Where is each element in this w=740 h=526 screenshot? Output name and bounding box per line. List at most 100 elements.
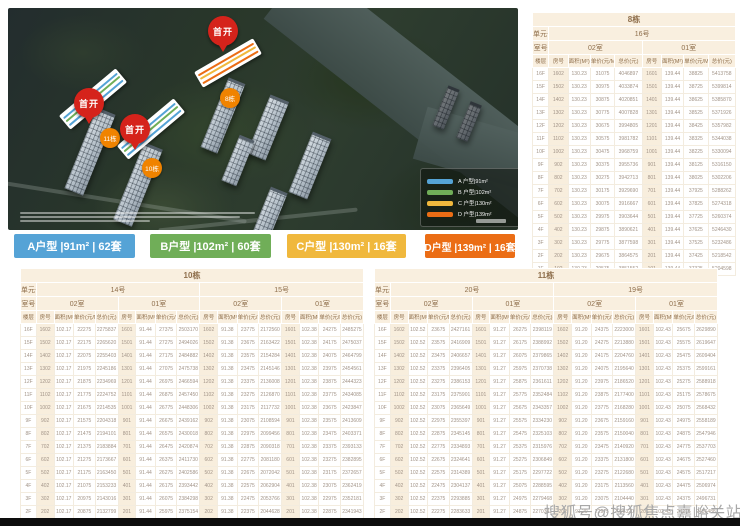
column-header: 楼层 (375, 311, 391, 324)
table-cell: 10F (21, 402, 37, 415)
table-cell: 23175 (428, 389, 450, 402)
column-header: 房号 (390, 311, 408, 324)
legend-color-bar (427, 201, 453, 206)
table-cell: 2324641 (449, 454, 472, 467)
table-title-row: 11栋 (375, 269, 718, 283)
table-cell: 37625 (684, 224, 708, 237)
table-cell: 27275 (155, 337, 177, 350)
table-cell: 2090318 (259, 441, 282, 454)
column-header: 楼层 (21, 311, 37, 324)
table-cell: 25075 (673, 402, 695, 415)
table-cell: 901 (118, 415, 136, 428)
table-cell: 201 (118, 506, 136, 519)
table-row: 7F702102.5222775233489370191.27253752315… (375, 441, 718, 454)
column-header: 面积(M²) (408, 311, 428, 324)
table-cell: 102.17 (54, 415, 74, 428)
unit-type-banner-a: A户型 |91m² | 62套 (14, 234, 135, 258)
table-cell: 25675 (509, 402, 531, 415)
table-cell: 2402586 (177, 467, 200, 480)
table-cell: 2143016 (95, 493, 118, 506)
room-number: 01室 (636, 297, 718, 311)
table-cell: 102.43 (653, 363, 673, 376)
table-cell: 102.43 (653, 402, 673, 415)
table-cell: 25675 (673, 324, 695, 337)
table-cell: 139.44 (661, 211, 683, 224)
table-cell: 2588918 (694, 376, 717, 389)
table-cell: 23175 (237, 402, 259, 415)
table-cell: 91.20 (572, 480, 592, 493)
table-cell: 31075 (590, 68, 614, 81)
table-cell: 26375 (155, 454, 177, 467)
table-cell: 901 (472, 415, 490, 428)
table-cell: 21775 (74, 389, 96, 402)
table-cell: 1502 (200, 337, 218, 350)
table-cell: 24875 (673, 428, 695, 441)
table-cell: 38725 (684, 81, 708, 94)
table-cell: 2154284 (259, 350, 282, 363)
table-cell: 23775 (319, 389, 341, 402)
column-header: 单价(元/M²) (74, 311, 96, 324)
table-cell: 301 (642, 237, 661, 250)
table-cell: 91.20 (572, 337, 592, 350)
building-number-badge: 11栋 (100, 128, 120, 148)
table-cell: 24575 (673, 467, 695, 480)
table-cell: 401 (118, 480, 136, 493)
table-cell: 902 (200, 415, 218, 428)
table-cell: 91.20 (572, 363, 592, 376)
table-cell: 91.20 (572, 467, 592, 480)
table-cell: 802 (200, 428, 218, 441)
table-cell: 38025 (684, 172, 708, 185)
table-cell: 12F (533, 120, 549, 133)
table-cell: 1402 (554, 350, 572, 363)
unit-type-banner-b: B户型 |102m² | 60套 (150, 234, 271, 258)
table-row: 13F1302130.233077540078281301139.4438525… (533, 107, 736, 120)
table-cell: 21275 (74, 454, 96, 467)
table-cell: 29975 (590, 211, 614, 224)
room-label: 室号 (375, 297, 391, 311)
table-cell: 1202 (390, 376, 408, 389)
table-row: 5F502102.5222575231438950191.27251752297… (375, 467, 718, 480)
table-cell: 1302 (554, 363, 572, 376)
table-cell: 102.38 (299, 402, 319, 415)
column-header: 房号 (472, 311, 490, 324)
table-cell: 2466594 (177, 376, 200, 389)
table-cell: 91.20 (572, 441, 592, 454)
table-row: 12F1202130.233067539948051201139.4438425… (533, 120, 736, 133)
table-cell: 23175 (591, 480, 613, 493)
table-row: 3F302102.1720975214301630191.44260752384… (21, 493, 364, 506)
table-cell: 2172560 (259, 324, 282, 337)
room-number: 02室 (390, 297, 472, 311)
table-row: 5F502130.23299753903644501139.4437725526… (533, 211, 736, 224)
unit-label: 单元号 (21, 283, 37, 297)
table-cell: 23475 (319, 428, 341, 441)
table-cell: 2183884 (95, 441, 118, 454)
table-row: 6F602130.23300753916667601139.4437825527… (533, 198, 736, 211)
table-cell: 139.44 (661, 133, 683, 146)
table-cell: 102.43 (653, 376, 673, 389)
table-row: 11F1102130.233057539817821101139.4438325… (533, 133, 736, 146)
table-cell: 102.52 (408, 506, 428, 519)
table-cell: 2150040 (613, 428, 636, 441)
table-cell: 22275 (428, 506, 450, 519)
table-row: 2F202130.23296753864575201139.4437425521… (533, 250, 736, 263)
column-header: 总价(元) (449, 311, 472, 324)
table-cell: 91.20 (572, 324, 592, 337)
table-cell: 702 (554, 441, 572, 454)
table-cell: 26175 (509, 337, 531, 350)
table-cell: 102.38 (299, 389, 319, 402)
table-cell: 25375 (673, 363, 695, 376)
column-header: 房号 (282, 311, 300, 324)
table-cell: 23175 (319, 467, 341, 480)
table-cell: 2609404 (694, 350, 717, 363)
table-cell: 24375 (591, 324, 613, 337)
table-cell: 139.44 (661, 159, 683, 172)
table-cell: 25975 (509, 363, 531, 376)
table-cell: 1502 (36, 337, 54, 350)
table-cell: 4033874 (615, 81, 642, 94)
table-cell: 2454561 (340, 363, 363, 376)
table-cell: 91.38 (218, 324, 238, 337)
table-cell: 2122680 (613, 467, 636, 480)
table-cell: 2306849 (531, 454, 554, 467)
table-cell: 401 (282, 480, 300, 493)
table-cell: 2177400 (613, 389, 636, 402)
